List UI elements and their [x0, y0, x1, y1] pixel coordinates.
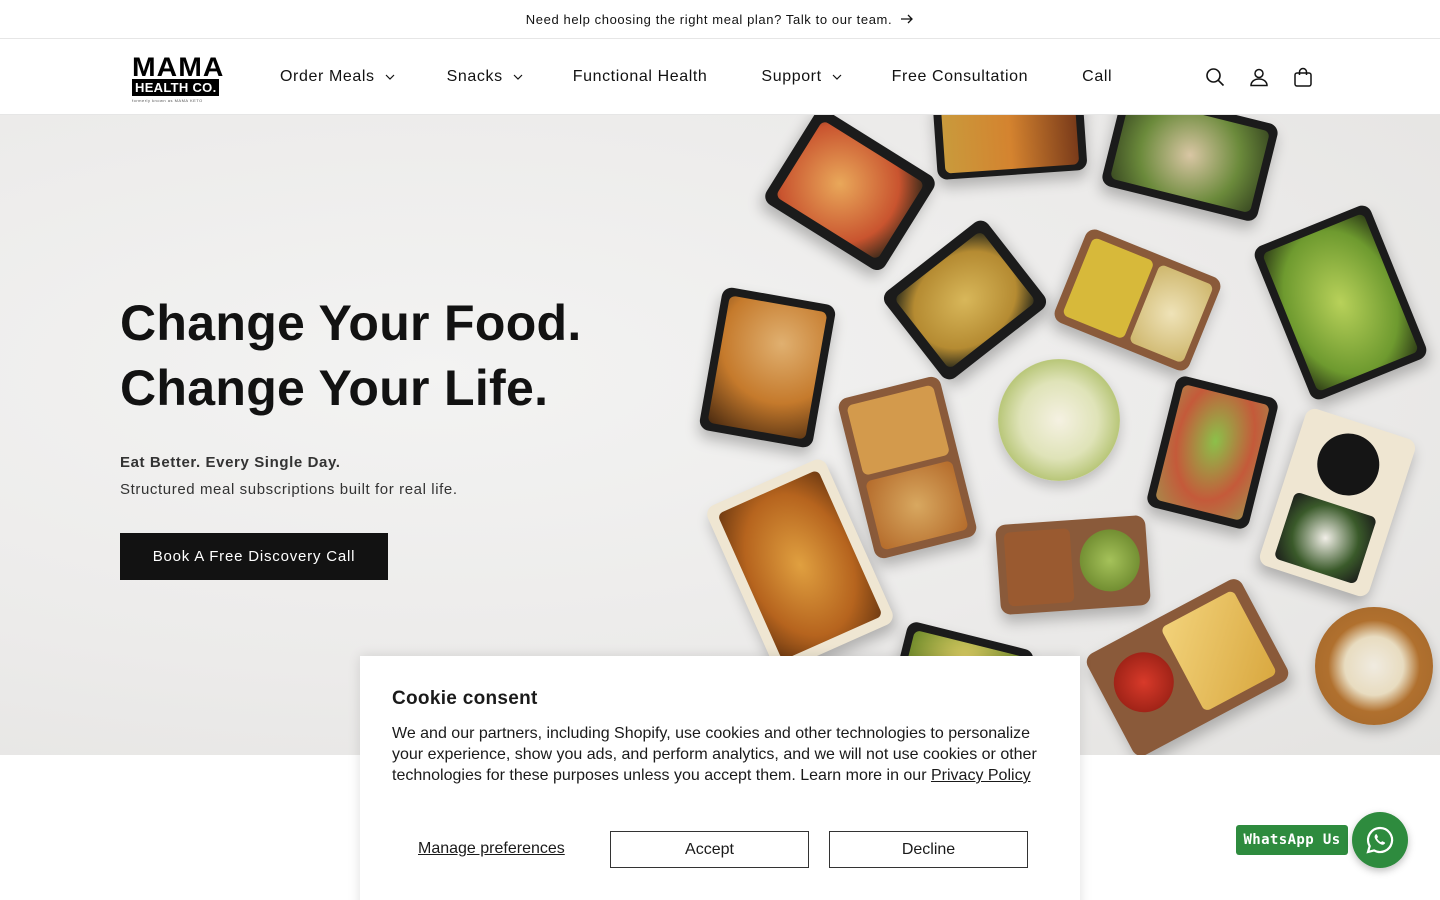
nav-snacks[interactable]: Snacks — [447, 68, 523, 86]
brand-logo[interactable]: MAMA HEALTH CO. formerly known as MAMA K… — [132, 54, 228, 103]
nav-item-label: Functional Health — [572, 68, 708, 85]
meal-tray — [1257, 406, 1418, 599]
chevron-down-icon — [513, 74, 523, 80]
arrow-right-icon — [901, 14, 914, 24]
hero-subtitle-bold: Eat Better. Every Single Day. — [120, 454, 341, 471]
cart-icon[interactable] — [1292, 66, 1314, 88]
chevron-down-icon — [385, 74, 395, 80]
meal-tray — [698, 286, 837, 449]
nav-order-meals[interactable]: Order Meals — [280, 68, 395, 86]
meal-tray — [761, 115, 939, 274]
manage-preferences-link[interactable]: Manage preferences — [418, 840, 565, 858]
site-header: MAMA HEALTH CO. formerly known as MAMA K… — [0, 39, 1440, 115]
meal-tray — [1251, 202, 1430, 403]
meal-tray — [836, 374, 979, 561]
hero-subtitle: Structured meal subscriptions built for … — [120, 481, 458, 498]
nav-call[interactable]: Call — [1082, 68, 1112, 86]
accept-button[interactable]: Accept — [610, 831, 809, 868]
meal-tray — [879, 216, 1051, 384]
decline-button[interactable]: Decline — [829, 831, 1028, 868]
brand-tagline: formerly known as MAMA KETO — [132, 98, 203, 103]
meal-tray — [1145, 374, 1280, 531]
whatsapp-button[interactable] — [1352, 812, 1408, 868]
meal-tray — [995, 514, 1151, 616]
nav-item-label: Call — [1082, 68, 1113, 85]
announcement-bar[interactable]: Need help choosing the right meal plan? … — [0, 0, 1440, 39]
account-icon[interactable] — [1248, 66, 1270, 88]
nav-free-consultation[interactable]: Free Consultation — [892, 68, 1029, 86]
meal-tray — [1051, 226, 1224, 374]
meal-tray — [1100, 115, 1280, 223]
salad-bowl — [998, 359, 1120, 481]
hero-title: Change Your Food. Change Your Life. — [120, 291, 582, 421]
hero-title-line2: Change Your Life. — [120, 360, 549, 416]
search-icon[interactable] — [1204, 66, 1226, 88]
main-nav: Order Meals Snacks Functional Health Sup… — [280, 39, 1112, 115]
header-icons — [1204, 39, 1314, 115]
cookie-body: We and our partners, including Shopify, … — [392, 723, 1048, 786]
hero-title-line1: Change Your Food. — [120, 295, 582, 351]
nav-item-label: Order Meals — [280, 68, 375, 85]
privacy-policy-link[interactable]: Privacy Policy — [931, 767, 1031, 784]
brand-line1: MAMA — [132, 52, 225, 82]
meal-tray — [932, 115, 1088, 181]
announcement-text[interactable]: Need help choosing the right meal plan? … — [526, 12, 892, 27]
nav-functional-health[interactable]: Functional Health — [573, 68, 708, 86]
cookie-title: Cookie consent — [392, 688, 538, 709]
whatsapp-label[interactable]: WhatsApp Us — [1236, 825, 1348, 855]
book-discovery-call-button[interactable]: Book A Free Discovery Call — [120, 533, 388, 580]
nav-item-label: Support — [761, 68, 822, 85]
idli-plate — [1315, 607, 1433, 725]
nav-support[interactable]: Support — [761, 68, 842, 86]
nav-item-label: Free Consultation — [891, 68, 1029, 85]
nav-item-label: Snacks — [446, 68, 503, 85]
whatsapp-icon — [1366, 826, 1394, 854]
chevron-down-icon — [832, 74, 842, 80]
cookie-consent-dialog: Cookie consent We and our partners, incl… — [360, 656, 1080, 900]
cookie-actions: Manage preferences Accept Decline — [392, 831, 1048, 868]
